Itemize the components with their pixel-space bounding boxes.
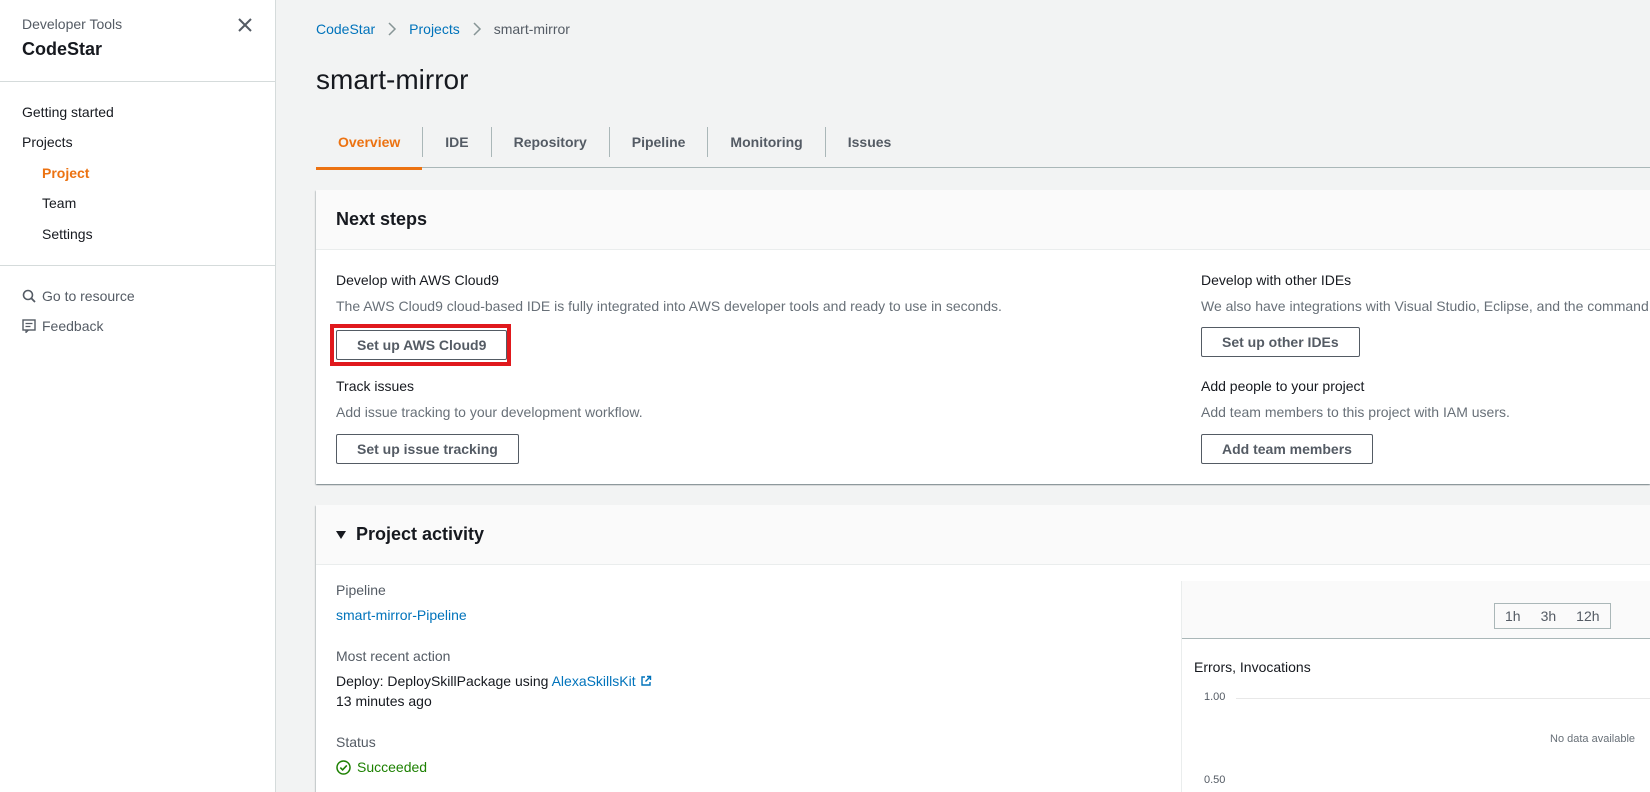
pipeline-label: Pipeline [336,582,386,598]
add-people-label: Add people to your project [1201,378,1365,394]
cloud9-label: Develop with AWS Cloud9 [336,272,499,288]
recent-action-text: Deploy: DeploySkillPackage using AlexaSk… [336,673,652,689]
sidebar-item-settings[interactable]: Settings [42,226,93,242]
success-check-icon [336,759,351,775]
sidebar-item-projects[interactable]: Projects [22,134,73,150]
caret-down-icon [336,530,346,539]
tab-overview[interactable]: Overview [316,116,423,170]
sidebar: Developer Tools CodeStar Getting started… [0,0,276,792]
sidebar-title[interactable]: CodeStar [22,39,122,60]
tab-pipeline[interactable]: Pipeline [610,116,708,168]
time-range-selector: 1h 3h 12h [1494,603,1611,629]
add-team-members-button[interactable]: Add team members [1201,434,1373,464]
recent-action-time: 13 minutes ago [336,693,432,709]
setup-issue-tracking-button[interactable]: Set up issue tracking [336,434,519,464]
range-3h-button[interactable]: 3h [1531,604,1567,628]
chevron-right-icon [388,22,397,36]
search-icon [22,289,36,303]
breadcrumb-projects[interactable]: Projects [409,21,460,37]
recent-action-label: Most recent action [336,648,451,664]
sidebar-header: Developer Tools CodeStar [22,16,122,60]
breadcrumb-current: smart-mirror [493,21,570,37]
project-activity-title: Project activity [356,524,485,544]
other-ides-description: We also have integrations with Visual St… [1201,298,1650,314]
next-steps-title: Next steps [316,190,1650,250]
range-1h-button[interactable]: 1h [1495,604,1531,628]
chevron-right-icon [473,22,481,36]
breadcrumb: CodeStar Projects smart-mirror [316,21,570,37]
tab-repository[interactable]: Repository [492,116,609,168]
grid-line [1236,698,1650,699]
y-tick-label: 1.00 [1204,691,1226,703]
sidebar-subtitle: Developer Tools [22,16,123,32]
track-issues-label: Track issues [336,378,415,394]
cloud9-description: The AWS Cloud9 cloud-based IDE is fully … [336,298,1002,314]
go-to-resource-label: Go to resource [42,288,135,304]
feedback-icon [22,319,36,333]
status-value: Succeeded [357,759,428,775]
tab-ide[interactable]: IDE [423,116,490,168]
close-icon[interactable] [234,14,256,36]
chart-title: Errors, Invocations [1194,659,1311,675]
feedback-label: Feedback [42,318,104,334]
sidebar-item-team[interactable]: Team [42,195,76,211]
track-issues-description: Add issue tracking to your development w… [336,404,643,420]
alexa-skills-kit-link[interactable]: AlexaSkillsKit [552,673,652,689]
y-tick-label: 0.50 [1204,774,1226,786]
range-12h-button[interactable]: 12h [1566,604,1609,628]
main-content: CodeStar Projects smart-mirror smart-mir… [276,0,1650,792]
project-activity-panel: Project activity Pipeline smart-mirror-P… [316,505,1650,792]
status-label: Status [336,734,376,750]
feedback-link[interactable]: Feedback [22,318,103,334]
no-data-message: No data available [1550,733,1636,745]
page-title: smart-mirror [316,64,469,95]
breadcrumb-codestar[interactable]: CodeStar [316,21,375,37]
add-people-description: Add team members to this project with IA… [1201,404,1510,420]
pipeline-link[interactable]: smart-mirror-Pipeline [336,607,467,623]
tab-bar: Overview IDE Repository Pipeline Monitor… [316,116,1650,170]
metrics-widget: 1h 3h 12h Errors, Invocations 1.00 0.50 [1181,581,1650,792]
status-badge: Succeeded [336,759,427,775]
sidebar-divider [0,265,276,266]
next-steps-panel: Next steps Develop with AWS Cloud9 The A… [316,190,1650,484]
metrics-toolbar: 1h 3h 12h [1182,581,1650,639]
go-to-resource-link[interactable]: Go to resource [22,288,135,304]
other-ides-label: Develop with other IDEs [1201,272,1352,288]
sidebar-item-getting-started[interactable]: Getting started [22,104,114,120]
tab-monitoring[interactable]: Monitoring [708,116,824,168]
sidebar-divider [0,81,276,82]
setup-cloud9-button[interactable]: Set up AWS Cloud9 [336,330,508,360]
alexa-skills-kit-label: AlexaSkillsKit [551,673,636,689]
recent-action-description: Deploy: DeploySkillPackage using [336,673,549,689]
project-activity-header[interactable]: Project activity [316,505,1650,565]
setup-other-ides-button[interactable]: Set up other IDEs [1201,327,1360,357]
sidebar-item-project[interactable]: Project [42,165,89,181]
external-link-icon [640,675,651,686]
tab-issues[interactable]: Issues [826,116,914,168]
